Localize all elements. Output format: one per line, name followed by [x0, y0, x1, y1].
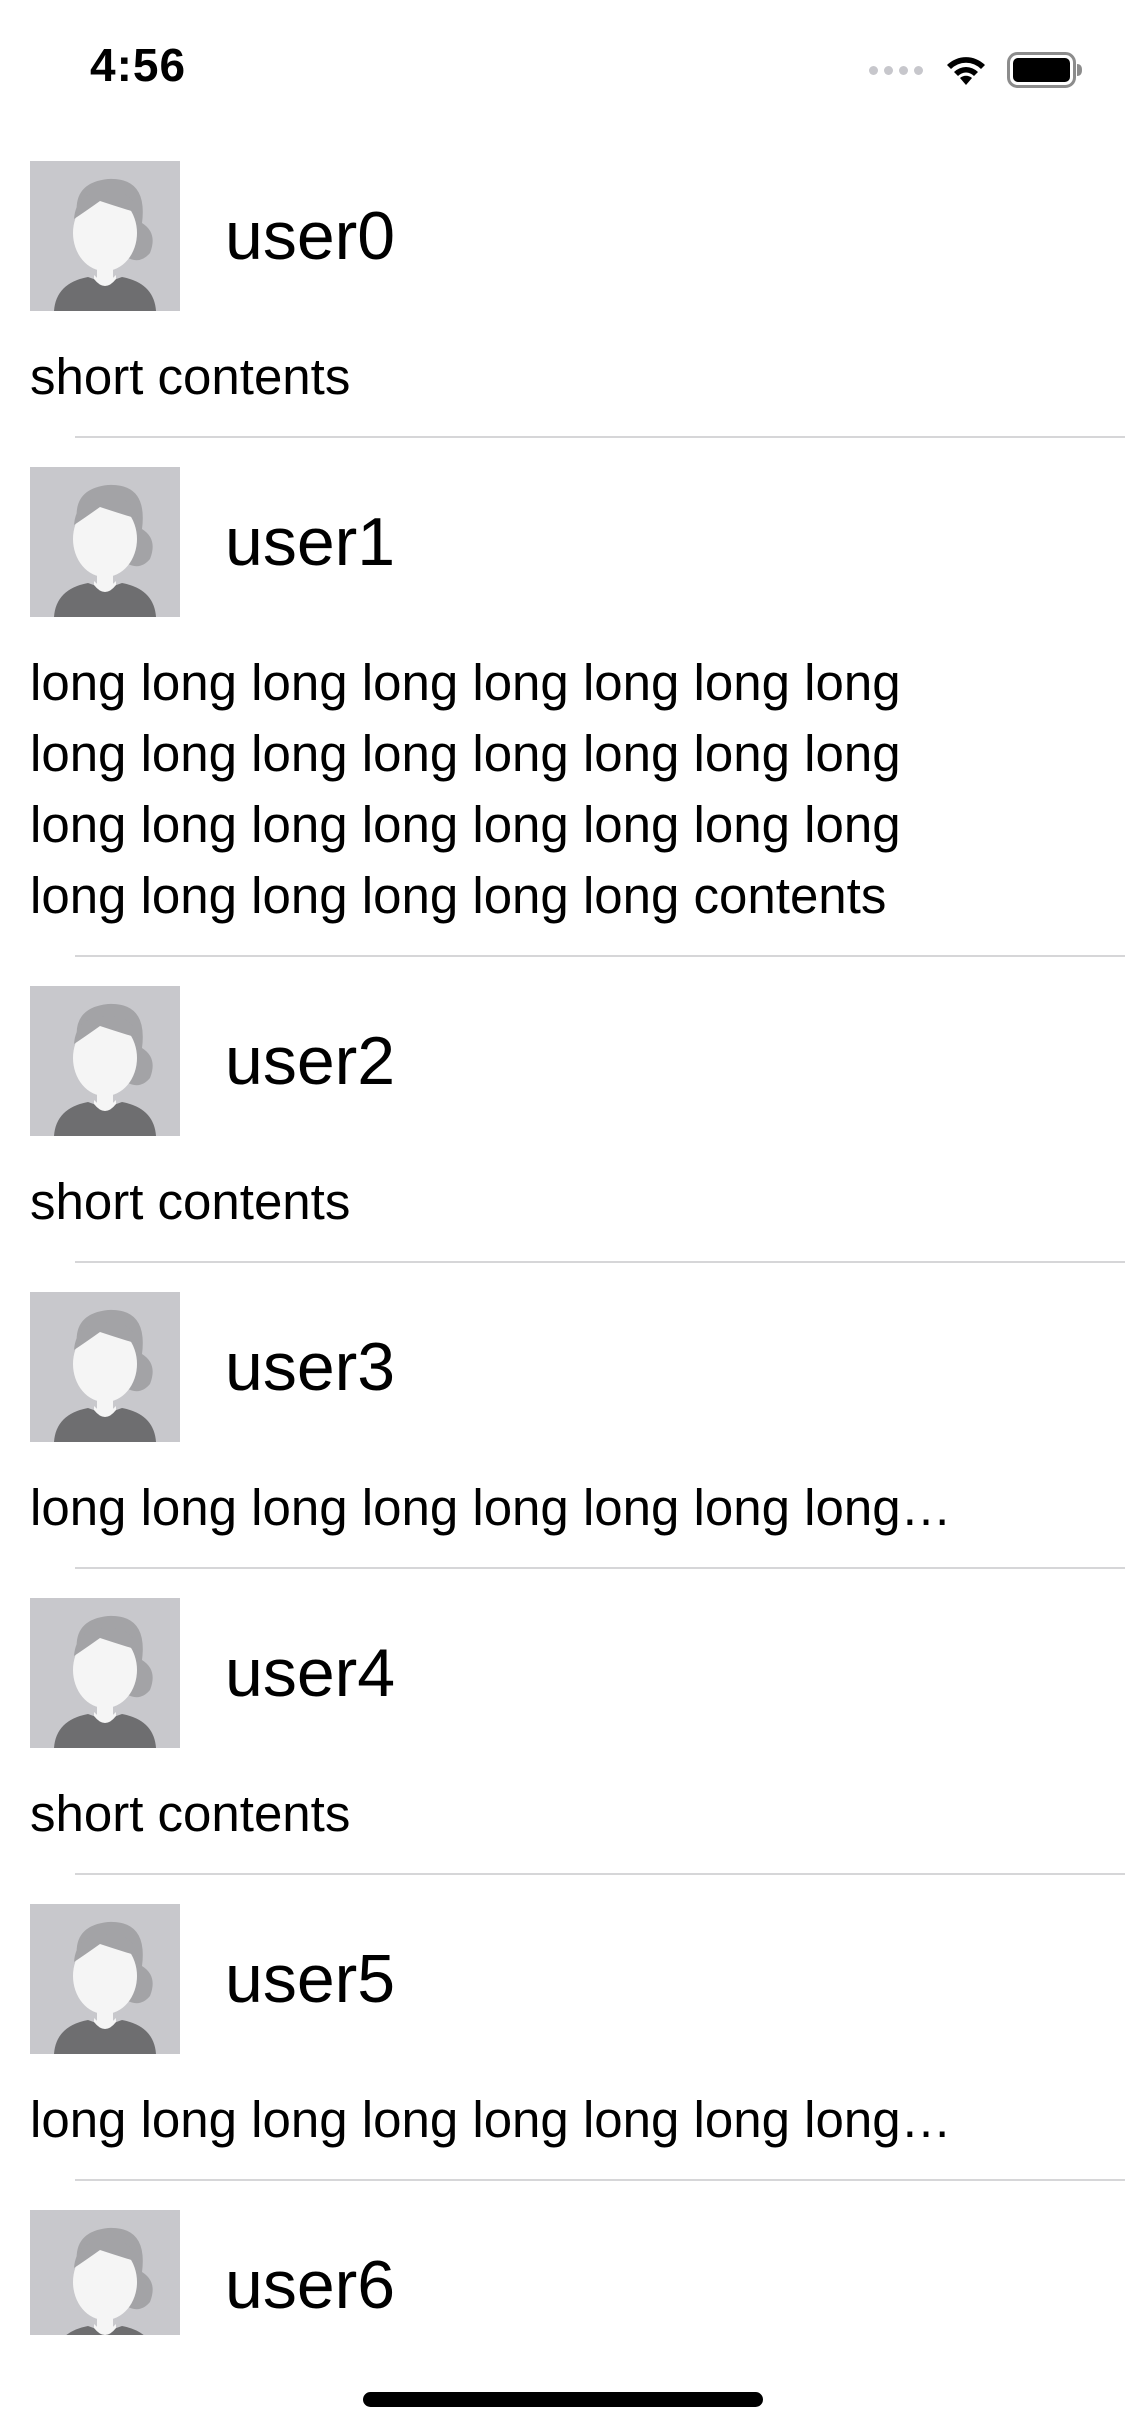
feed-cell[interactable]: user6 [0, 2209, 1125, 2335]
feed-cell[interactable]: user2 short contents [0, 985, 1125, 1263]
status-time: 4:56 [90, 39, 187, 91]
separator [75, 1261, 1125, 1263]
avatar [30, 1598, 180, 1748]
avatar [30, 467, 180, 617]
username: user2 [225, 1023, 396, 1099]
separator [75, 955, 1125, 957]
avatar [30, 1904, 180, 2054]
avatar [30, 986, 180, 1136]
person-placeholder-icon [54, 1921, 156, 2054]
username: user3 [225, 1329, 396, 1405]
post-contents: short contents [30, 1785, 351, 1842]
home-indicator[interactable] [363, 2392, 763, 2407]
person-placeholder-icon [66, 2227, 153, 2335]
separator [75, 436, 1125, 438]
avatar [30, 1292, 180, 1442]
post-contents: long long long long long long long long… [30, 2091, 952, 2148]
username: user6 [225, 2247, 396, 2323]
post-contents: short contents [30, 348, 351, 405]
post-contents: long long long long long long long long … [30, 654, 901, 924]
person-placeholder-icon [54, 178, 156, 311]
person-placeholder-icon [54, 484, 156, 617]
username: user0 [225, 198, 396, 274]
status-bar: 4:56 [0, 0, 1125, 140]
feed-cell[interactable]: user1 long long long long long long long… [0, 466, 1125, 957]
person-placeholder-icon [54, 1615, 156, 1748]
person-placeholder-icon [54, 1003, 156, 1136]
cellular-signal-icon [869, 65, 923, 75]
person-placeholder-icon [54, 1309, 156, 1442]
username: user4 [225, 1635, 396, 1711]
feed-cell[interactable]: user3 long long long long long long long… [0, 1291, 1125, 1569]
feed-cell[interactable]: user0 short contents [0, 160, 1125, 438]
username: user5 [225, 1941, 396, 2017]
post-contents: short contents [30, 1173, 351, 1230]
separator [75, 1567, 1125, 1569]
feed-cell[interactable]: user5 long long long long long long long… [0, 1903, 1125, 2181]
post-contents: long long long long long long long long… [30, 1479, 952, 1536]
separator [75, 1873, 1125, 1875]
username: user1 [225, 504, 396, 580]
status-icons [869, 50, 1083, 90]
battery-icon [1007, 52, 1082, 88]
separator [75, 2179, 1125, 2181]
avatar [30, 2210, 180, 2335]
feed-list[interactable]: user0 short contents user1 long long lon… [0, 160, 1125, 2335]
avatar [30, 161, 180, 311]
wifi-icon [947, 57, 985, 85]
feed-cell[interactable]: user4 short contents [0, 1597, 1125, 1875]
